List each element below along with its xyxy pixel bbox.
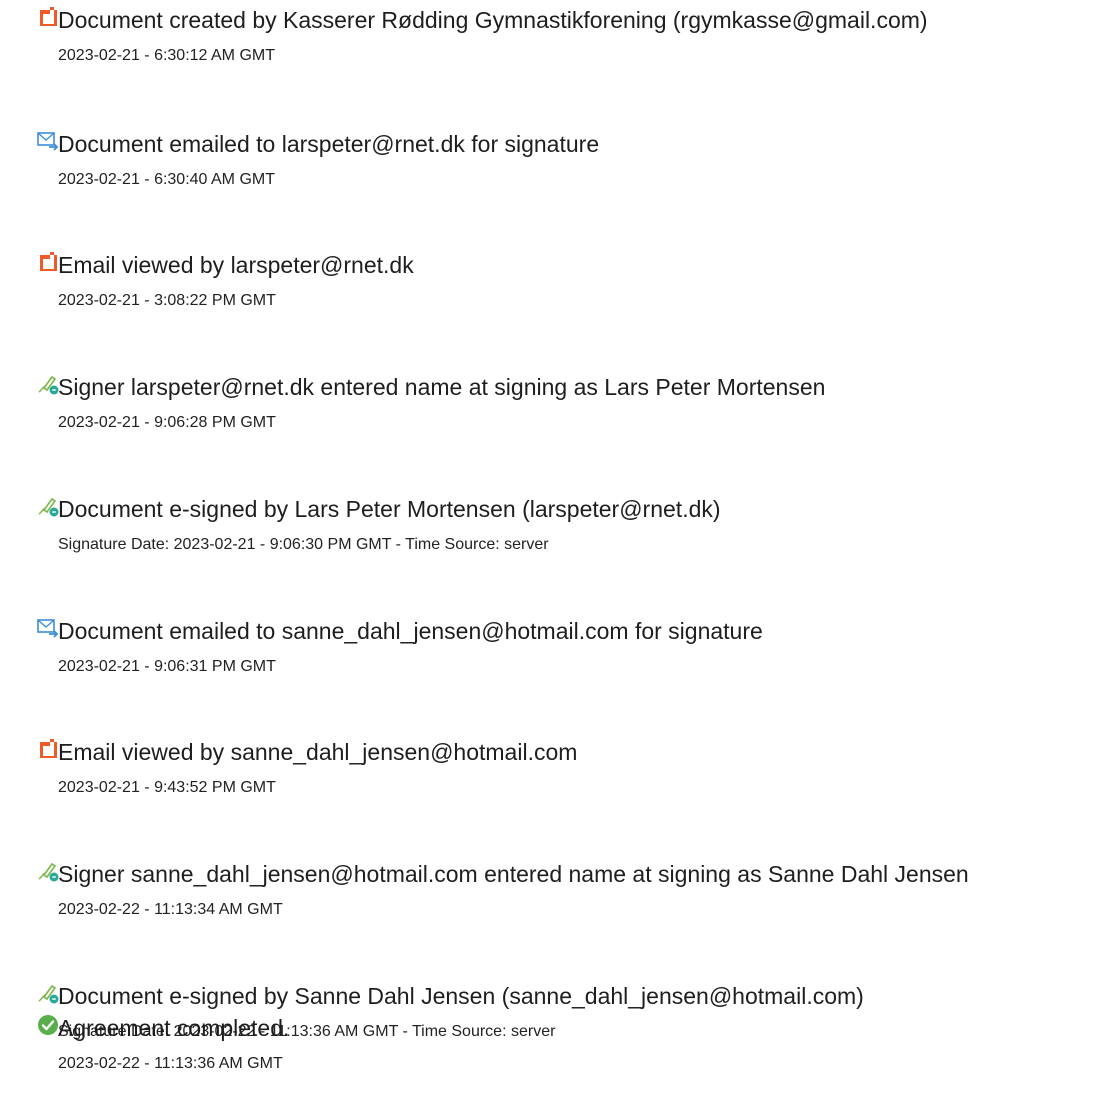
event-title: Email viewed by sanne_dahl_jensen@hotmai… xyxy=(58,739,578,765)
document-viewed-icon xyxy=(37,738,59,760)
audit-trail-events: Document created by Kasserer Rødding Gym… xyxy=(0,0,1111,1108)
event-timestamp: 2023-02-21 - 6:30:12 AM GMT xyxy=(58,47,275,64)
event-item: Document emailed to sanne_dahl_jensen@ho… xyxy=(0,614,1111,694)
esign-pen-icon xyxy=(37,373,59,395)
event-item: Document created by Kasserer Rødding Gym… xyxy=(0,3,1111,83)
event-timestamp: 2023-02-21 - 6:30:40 AM GMT xyxy=(58,171,275,188)
esign-pen-icon xyxy=(37,495,59,517)
event-title: Document e-signed by Lars Peter Mortense… xyxy=(58,496,721,522)
event-timestamp: 2023-02-21 - 9:43:52 PM GMT xyxy=(58,779,276,796)
event-title: Document created by Kasserer Rødding Gym… xyxy=(58,7,928,33)
esign-pen-icon xyxy=(37,982,59,1004)
event-timestamp: 2023-02-21 - 9:06:28 PM GMT xyxy=(58,414,276,431)
event-timestamp: 2023-02-22 - 11:13:36 AM GMT xyxy=(58,1055,283,1072)
event-item: Document e-signed by Lars Peter Mortense… xyxy=(0,492,1111,572)
esign-pen-icon xyxy=(37,860,59,882)
event-title: Agreement completed. xyxy=(58,1015,290,1041)
document-created-icon xyxy=(37,6,59,28)
event-timestamp: 2023-02-21 - 3:08:22 PM GMT xyxy=(58,292,276,309)
event-item: Email viewed by sanne_dahl_jensen@hotmai… xyxy=(0,735,1111,815)
document-viewed-icon xyxy=(37,251,59,273)
event-title: Signer sanne_dahl_jensen@hotmail.com ent… xyxy=(58,861,969,887)
event-item: Signer sanne_dahl_jensen@hotmail.com ent… xyxy=(0,857,1111,937)
event-timestamp: 2023-02-21 - 9:06:31 PM GMT xyxy=(58,658,276,675)
event-title: Document e-signed by Sanne Dahl Jensen (… xyxy=(58,983,864,1009)
checkmark-circle-icon xyxy=(37,1014,59,1036)
event-timestamp: Signature Date: 2023-02-21 - 9:06:30 PM … xyxy=(58,536,549,553)
event-title: Document emailed to larspeter@rnet.dk fo… xyxy=(58,131,600,157)
event-timestamp: 2023-02-22 - 11:13:34 AM GMT xyxy=(58,901,283,918)
event-item: Email viewed by larspeter@rnet.dk 2023-0… xyxy=(0,248,1111,328)
event-title: Signer larspeter@rnet.dk entered name at… xyxy=(58,374,826,400)
event-title: Document emailed to sanne_dahl_jensen@ho… xyxy=(58,618,763,644)
event-item: Document emailed to larspeter@rnet.dk fo… xyxy=(0,127,1111,207)
event-item: Agreement completed. 2023-02-22 - 11:13:… xyxy=(0,1011,1111,1091)
event-title: Email viewed by larspeter@rnet.dk xyxy=(58,252,414,278)
email-sent-icon xyxy=(37,617,59,639)
event-item: Signer larspeter@rnet.dk entered name at… xyxy=(0,370,1111,450)
email-sent-icon xyxy=(37,130,59,152)
